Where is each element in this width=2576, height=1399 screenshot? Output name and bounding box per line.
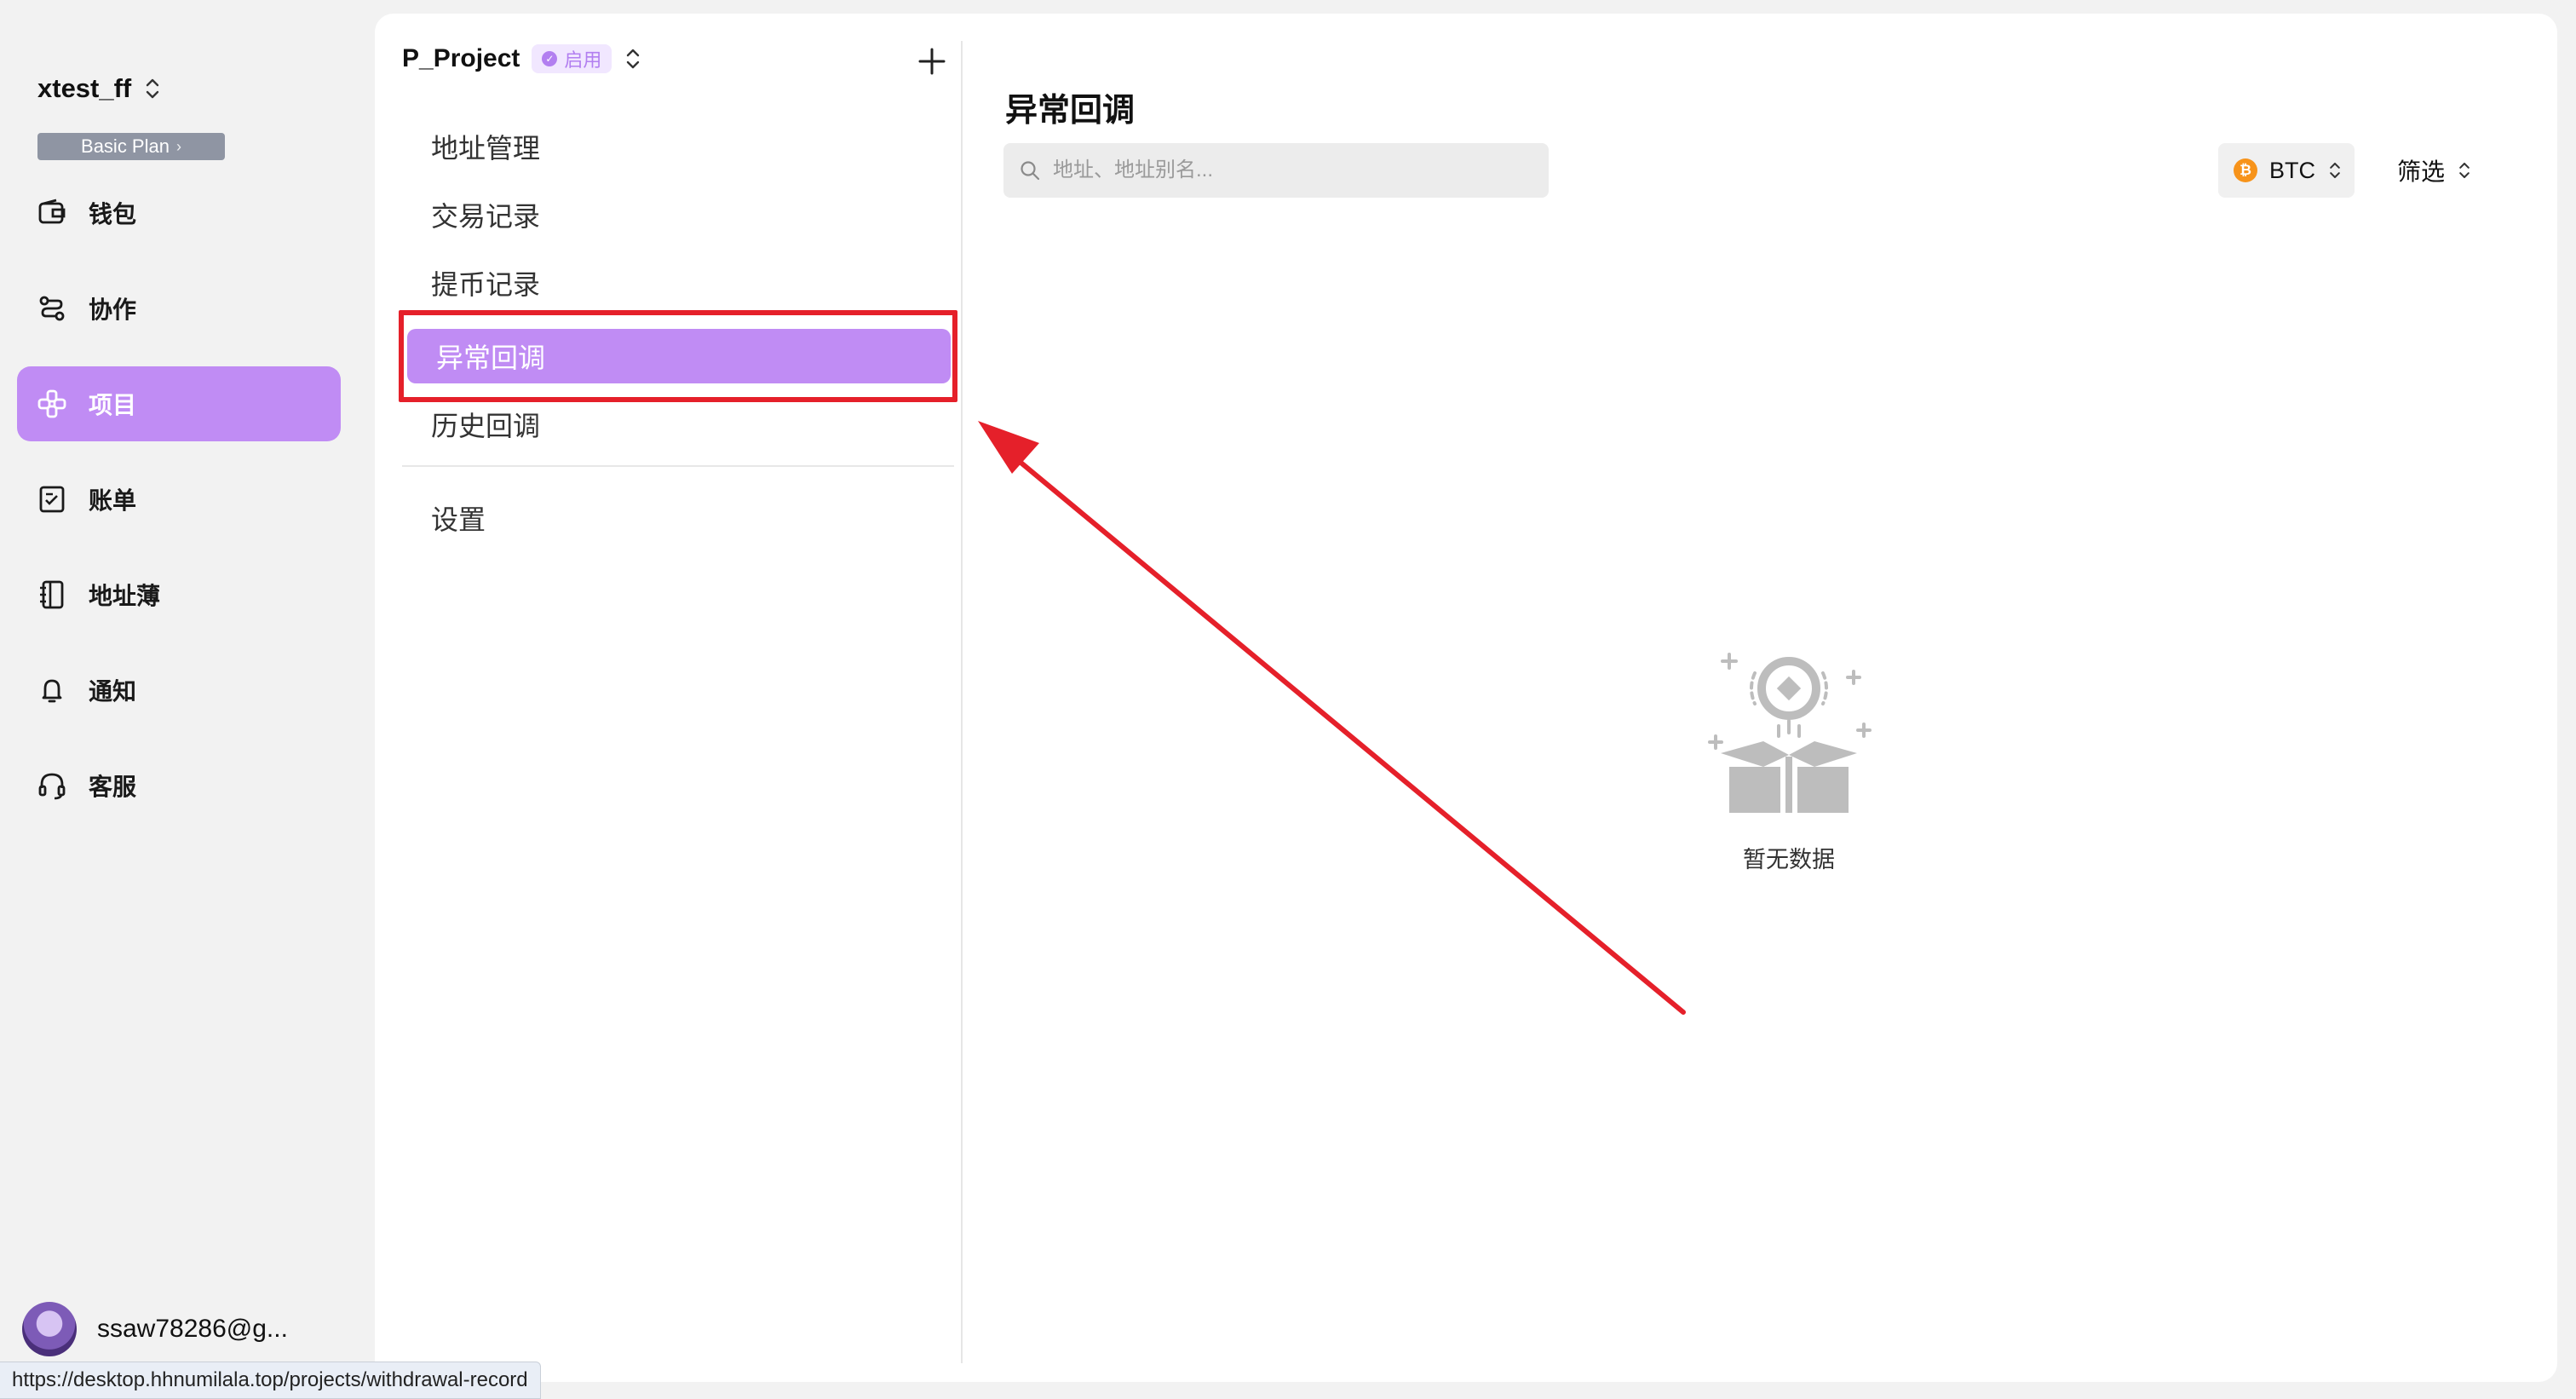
search-icon — [1021, 161, 1040, 181]
status-bar-url: https://desktop.hhnumilala.top/projects/… — [0, 1362, 541, 1399]
menu-divider — [402, 465, 954, 467]
sidebar-item-addressbook[interactable]: 地址薄 — [17, 557, 341, 632]
page-title: 异常回调 — [1005, 93, 1136, 129]
sidebar-item-label: 通知 — [89, 678, 137, 705]
status-label: 启用 — [564, 49, 602, 71]
bill-icon — [39, 486, 65, 513]
chevron-updown-icon — [2330, 162, 2340, 179]
sidebar-nav: 钱包 协作 项目 账单 地址薄 通知 客服 — [17, 176, 341, 843]
menu-item-label: 交易记录 — [431, 201, 541, 232]
menu-item-settings[interactable]: 设置 — [402, 491, 956, 545]
menu-item-label: 历史回调 — [431, 411, 541, 441]
sidebar-item-label: 协作 — [89, 296, 137, 323]
empty-text: 暂无数据 — [1743, 847, 1835, 872]
empty-state: 暂无数据 — [1653, 648, 1925, 874]
menu-item-address-management[interactable]: 地址管理 — [402, 119, 956, 174]
avatar — [22, 1302, 77, 1356]
app-root: xtest_ff Basic Plan › 钱包 协作 项目 账单 地址薄 通知… — [0, 0, 2576, 1399]
project-icon — [37, 389, 66, 418]
menu-item-label: 提币记录 — [431, 269, 541, 300]
menu-item-label: 地址管理 — [431, 133, 541, 164]
chevron-updown-icon — [2459, 162, 2470, 179]
user-profile[interactable]: ssaw78286@g... — [22, 1302, 288, 1356]
sidebar-item-support[interactable]: 客服 — [17, 748, 341, 823]
sidebar-item-label: 账单 — [89, 487, 137, 514]
sidebar-item-bill[interactable]: 账单 — [17, 462, 341, 537]
status-badge: ✓ 启用 — [532, 44, 612, 73]
empty-box-icon — [1708, 653, 1872, 813]
menu-item-transactions[interactable]: 交易记录 — [402, 187, 956, 242]
plan-badge[interactable]: Basic Plan › — [37, 133, 225, 160]
btc-icon: ₿ — [2234, 158, 2257, 182]
chevron-updown-icon — [147, 78, 159, 99]
sidebar-item-notifications[interactable]: 通知 — [17, 653, 341, 728]
main-card: P_Project ✓ 启用 地址管理 交易记录 提币记录 异常回调 历史回调 … — [375, 14, 2557, 1382]
sidebar-item-label: 钱包 — [89, 201, 137, 227]
addressbook-icon — [40, 580, 64, 609]
chevron-right-icon: › — [175, 137, 181, 155]
coin-select[interactable]: ₿ BTC — [2218, 143, 2355, 198]
wallet-icon — [38, 199, 66, 224]
project-name: P_Project — [402, 44, 520, 72]
sidebar-item-label: 客服 — [89, 774, 137, 800]
filter-button[interactable]: 筛选 — [2397, 143, 2472, 198]
user-name: ssaw78286@g... — [97, 1315, 288, 1343]
collaboration-icon — [39, 296, 65, 321]
bell-icon — [42, 679, 62, 703]
sidebar: xtest_ff Basic Plan › 钱包 协作 项目 账单 地址薄 通知… — [0, 0, 375, 1399]
workspace-name: xtest_ff — [37, 73, 132, 103]
search-field[interactable] — [1003, 143, 1549, 198]
check-icon: ✓ — [542, 51, 558, 66]
sidebar-item-label: 项目 — [89, 392, 137, 418]
menu-item-label: 设置 — [431, 504, 486, 535]
column-divider — [961, 41, 963, 1363]
menu-item-history-callback[interactable]: 历史回调 — [402, 397, 956, 452]
sidebar-item-wallet[interactable]: 钱包 — [17, 176, 341, 250]
add-project-button[interactable] — [915, 44, 949, 78]
coin-label: BTC — [2269, 157, 2315, 183]
sidebar-item-label: 地址薄 — [89, 583, 161, 609]
menu-item-withdrawals[interactable]: 提币记录 — [402, 256, 956, 310]
project-switcher[interactable]: P_Project ✓ 启用 — [402, 44, 642, 73]
plan-label: Basic Plan — [81, 135, 170, 157]
filter-label: 筛选 — [2397, 158, 2446, 185]
chevron-updown-icon — [627, 49, 640, 69]
headset-icon — [38, 773, 66, 800]
annotation-highlight-box — [399, 310, 957, 402]
sidebar-item-project[interactable]: 项目 — [17, 366, 341, 441]
sidebar-item-collaboration[interactable]: 协作 — [17, 271, 341, 346]
search-input[interactable] — [1053, 158, 1530, 182]
workspace-switcher[interactable]: xtest_ff — [37, 73, 162, 104]
